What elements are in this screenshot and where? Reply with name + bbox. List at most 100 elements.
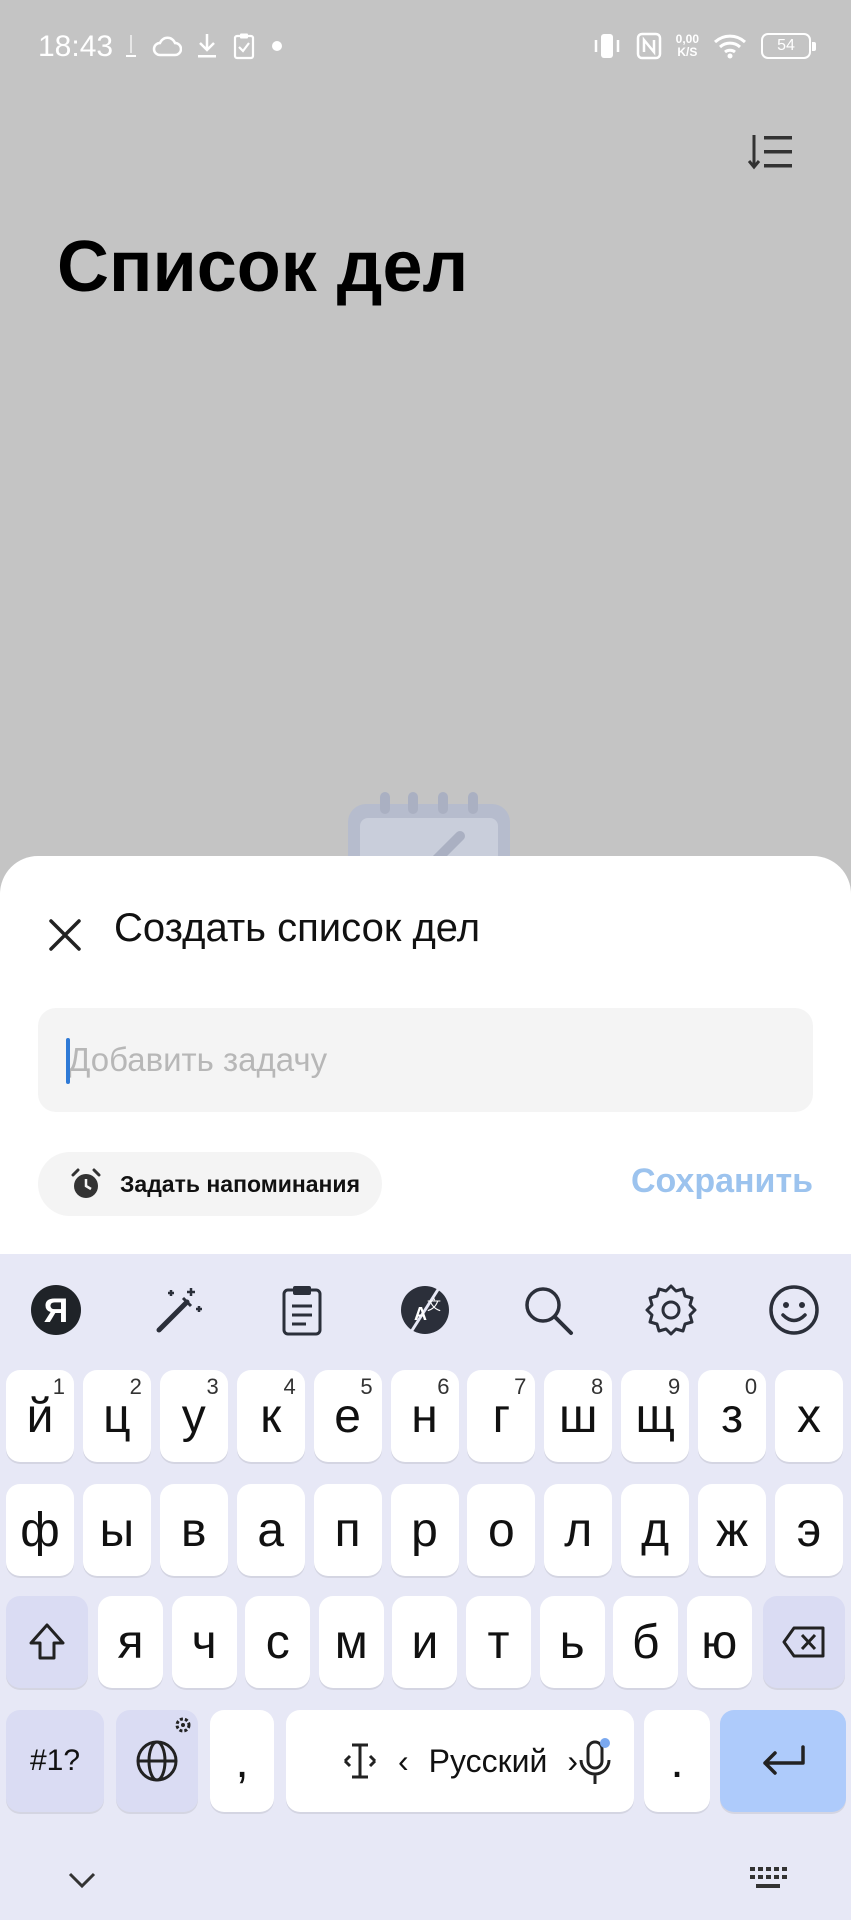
key-8-row1[interactable]: ш8	[544, 1370, 613, 1462]
key-number-hint: 6	[437, 1374, 450, 1399]
yandex-logo-icon: Я	[31, 1285, 81, 1335]
magic-wand-icon	[156, 1288, 202, 1333]
key-9-row3[interactable]: ю	[686, 1596, 752, 1688]
keyboard-layout-button[interactable]	[748, 1864, 788, 1899]
key-char: е	[334, 1389, 361, 1443]
key-7-row2[interactable]: о	[467, 1484, 536, 1576]
key-8-row2[interactable]: л	[544, 1484, 613, 1576]
key-number-hint: 9	[667, 1374, 681, 1399]
key-4-row3[interactable]: м	[318, 1596, 384, 1688]
key-10-row2[interactable]: ж	[698, 1484, 767, 1576]
language-label: Русский	[428, 1742, 548, 1779]
network-speed-unit: K/S	[677, 45, 698, 59]
key-4-row2[interactable]: а	[236, 1484, 305, 1576]
clipboard-button[interactable]	[274, 1282, 330, 1338]
small-gear-icon	[175, 1717, 191, 1733]
key-char: к	[260, 1389, 282, 1443]
sort-button[interactable]	[740, 126, 802, 178]
key-3-row2[interactable]: в	[159, 1484, 228, 1576]
svg-text:Я: Я	[44, 1292, 68, 1330]
status-notification-icons	[124, 28, 284, 64]
svg-text:文: 文	[427, 1298, 441, 1314]
battery-indicator: 54	[761, 33, 816, 59]
key-6-row3[interactable]: т	[466, 1596, 531, 1688]
shift-icon	[29, 1623, 65, 1660]
hide-keyboard-button[interactable]	[64, 1868, 100, 1897]
key-number-hint: 4	[283, 1374, 296, 1399]
keyboard-icon	[750, 1867, 787, 1888]
download-icon	[196, 28, 218, 64]
key-5-row2[interactable]: п	[313, 1484, 382, 1576]
key-7-row1[interactable]: г7	[467, 1370, 536, 1462]
space-key-label: ‹ Русский ›	[342, 1741, 578, 1781]
language-switch-key[interactable]	[116, 1710, 198, 1812]
key-9-row2[interactable]: д	[621, 1484, 690, 1576]
add-task-input[interactable]	[38, 1008, 813, 1112]
key-11-row1[interactable]: х	[775, 1370, 843, 1462]
key-number-hint: 5	[360, 1374, 373, 1399]
nfc-icon	[636, 28, 662, 64]
key-number-hint: 1	[52, 1374, 65, 1399]
yandex-button[interactable]: Я	[28, 1282, 84, 1338]
enter-key[interactable]	[720, 1710, 846, 1812]
symbols-key[interactable]: #1?	[6, 1710, 104, 1812]
key-4-row1[interactable]: к4	[236, 1370, 305, 1462]
key-2-row2[interactable]: ы	[82, 1484, 151, 1576]
set-reminder-button[interactable]: Задать напоминания	[38, 1152, 382, 1216]
status-bar: 18:43 0,00 K/S 54	[0, 0, 851, 92]
key-char: ц	[103, 1389, 131, 1443]
sort-icon	[748, 135, 792, 170]
text-cursor	[66, 1038, 70, 1084]
key-9-row1[interactable]: щ9	[621, 1370, 690, 1462]
period-key[interactable]: .	[644, 1710, 710, 1812]
key-5-row1[interactable]: е5	[313, 1370, 382, 1462]
key-3-row1[interactable]: у3	[159, 1370, 228, 1462]
emoji-button[interactable]	[766, 1282, 822, 1338]
search-button[interactable]	[520, 1282, 576, 1338]
key-10-row1[interactable]: з0	[698, 1370, 767, 1462]
shift-key[interactable]	[6, 1596, 88, 1688]
backspace-icon	[782, 1626, 825, 1658]
set-reminder-label: Задать напоминания	[120, 1170, 360, 1197]
settings-button[interactable]	[643, 1282, 699, 1338]
text-cursor-icon	[343, 1743, 377, 1779]
key-6-row2[interactable]: р	[390, 1484, 459, 1576]
magic-wand-button[interactable]	[151, 1282, 207, 1338]
keyboard-bottom-bar	[0, 1852, 851, 1920]
space-key[interactable]: ‹ Русский ›	[286, 1710, 634, 1812]
key-6-row1[interactable]: н6	[390, 1370, 459, 1462]
key-2-row1[interactable]: ц2	[82, 1370, 151, 1462]
translate-icon: A文	[401, 1286, 449, 1334]
key-char: у	[181, 1389, 206, 1443]
close-button[interactable]	[40, 910, 90, 960]
key-number-hint: 0	[744, 1374, 758, 1399]
key-1-row2[interactable]: ф	[6, 1484, 74, 1576]
status-system-icons: 0,00 K/S 54	[592, 28, 816, 64]
key-char: й	[26, 1389, 54, 1443]
key-1-row1[interactable]: й1	[6, 1370, 74, 1462]
key-7-row3[interactable]: ь	[539, 1596, 605, 1688]
key-3-row3[interactable]: с	[245, 1596, 311, 1688]
network-speed-value: 0,00	[675, 32, 699, 46]
globe-icon	[136, 1740, 178, 1782]
cloud-icon	[152, 28, 182, 64]
key-char: з	[721, 1389, 744, 1443]
keyboard-toolbar: Я A文	[0, 1254, 851, 1364]
comma-key[interactable]: ,	[210, 1710, 274, 1812]
key-5-row3[interactable]: и	[392, 1596, 458, 1688]
alarm-clock-icon	[71, 1168, 101, 1198]
backspace-key[interactable]	[763, 1596, 845, 1688]
gear-icon	[645, 1284, 697, 1336]
dot-icon	[270, 28, 284, 64]
key-1-row3[interactable]: я	[98, 1596, 163, 1688]
chevron-down-icon	[68, 1872, 96, 1889]
svg-text:A: A	[414, 1304, 427, 1324]
key-8-row3[interactable]: б	[613, 1596, 679, 1688]
save-button[interactable]: Сохранить	[631, 1162, 813, 1201]
emoji-icon	[769, 1285, 819, 1335]
key-11-row2[interactable]: э	[775, 1484, 843, 1576]
enter-icon	[763, 1745, 805, 1775]
key-2-row3[interactable]: ч	[171, 1596, 237, 1688]
translate-button[interactable]: A文	[397, 1282, 453, 1338]
wifi-icon	[713, 28, 747, 64]
